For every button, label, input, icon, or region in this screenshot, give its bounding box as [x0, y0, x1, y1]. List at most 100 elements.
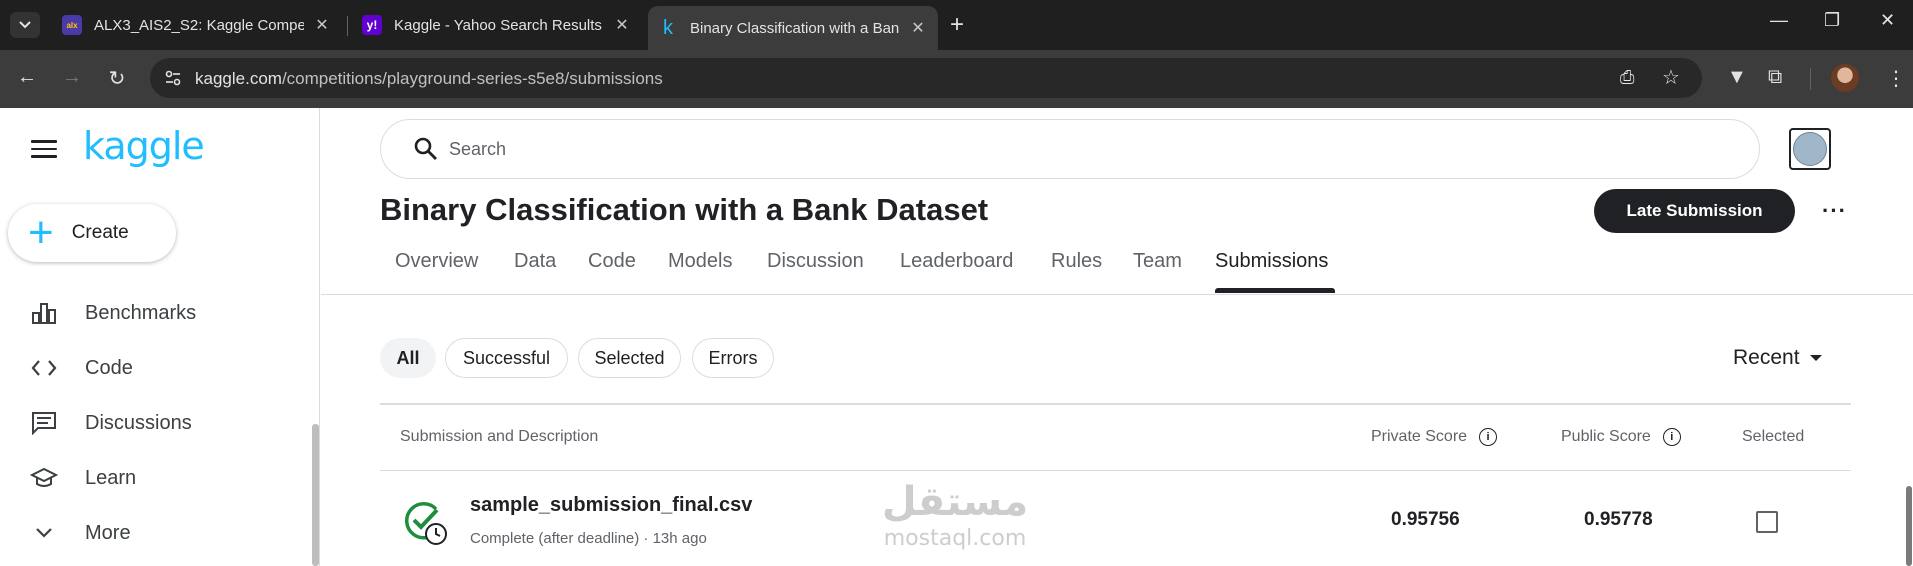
sidebar-item-learn[interactable]: Learn: [30, 463, 136, 493]
site-settings-icon[interactable]: [164, 69, 182, 87]
tab-discussion[interactable]: Discussion: [767, 250, 864, 273]
browser-tabbar: alx ALX3_AIS2_S2: Kaggle Competiti ✕ y! …: [0, 0, 1913, 50]
close-icon[interactable]: ✕: [908, 18, 928, 38]
active-tab-indicator: [1215, 288, 1335, 293]
restore-icon[interactable]: ❐: [1824, 10, 1840, 31]
filter-chip-selected[interactable]: Selected: [578, 338, 681, 378]
watermark-arabic: مستقل: [881, 479, 1029, 525]
tab-separator: [347, 16, 348, 36]
chevron-down-icon: [30, 519, 58, 547]
tab-title: ALX3_AIS2_S2: Kaggle Competiti: [94, 16, 304, 34]
filter-chip-all[interactable]: All: [380, 338, 436, 378]
site-search[interactable]: [380, 119, 1760, 179]
sidebar-item-label: More: [85, 521, 131, 544]
browser-profile-avatar[interactable]: [1831, 64, 1859, 92]
sort-label: Recent: [1733, 346, 1800, 369]
private-score-value: 0.95756: [1391, 509, 1460, 530]
address-bar[interactable]: kaggle.com/competitions/playground-serie…: [150, 58, 1702, 98]
bar-chart-icon: [30, 299, 58, 327]
avatar-image: [1793, 132, 1827, 166]
search-input[interactable]: [449, 134, 1649, 164]
filter-chip-successful[interactable]: Successful: [445, 338, 568, 378]
kaggle-logo[interactable]: kaggle: [83, 124, 205, 168]
plus-icon: +: [28, 208, 54, 257]
header-label: Submission and Description: [400, 428, 599, 445]
sidebar-item-code[interactable]: Code: [30, 353, 133, 383]
info-icon[interactable]: i: [1479, 428, 1498, 446]
bookmark-star-icon[interactable]: ☆: [1662, 65, 1680, 90]
user-avatar[interactable]: [1789, 128, 1831, 170]
column-header-private-score: Private Score i: [1371, 428, 1498, 446]
tab-title: Binary Classification with a Bank: [690, 19, 900, 37]
browser-tab-2[interactable]: y! Kaggle - Yahoo Search Results ✕: [352, 8, 642, 42]
tab-leaderboard[interactable]: Leaderboard: [900, 250, 1013, 273]
caret-down-icon: [1809, 355, 1822, 362]
tab-overview[interactable]: Overview: [395, 250, 478, 273]
sidebar-item-label: Learn: [85, 466, 137, 489]
tab-models[interactable]: Models: [668, 250, 732, 273]
submission-status: Complete (after deadline) · 13h ago: [470, 530, 707, 547]
filter-chip-errors[interactable]: Errors: [692, 338, 774, 378]
sidebar-item-label: Discussions: [85, 411, 192, 434]
more-options-icon[interactable]: ···: [1822, 198, 1847, 224]
kaggle-favicon-icon: k: [663, 16, 673, 39]
toolbar-separator: [1810, 68, 1811, 90]
info-icon[interactable]: i: [1662, 428, 1681, 446]
late-submission-button[interactable]: Late Submission: [1594, 189, 1795, 233]
code-icon: [30, 354, 58, 382]
divider: [321, 294, 1913, 295]
browser-tab-3-active[interactable]: k Binary Classification with a Bank ✕: [648, 6, 938, 50]
close-icon[interactable]: ✕: [312, 15, 332, 35]
column-header-public-score: Public Score i: [1561, 428, 1681, 446]
sidebar-item-more[interactable]: More: [30, 518, 131, 548]
reload-icon[interactable]: ↻: [103, 66, 131, 91]
sidebar-item-benchmarks[interactable]: Benchmarks: [30, 298, 196, 328]
window-close-icon[interactable]: ✕: [1880, 10, 1895, 31]
search-icon: [413, 136, 439, 167]
forward-icon[interactable]: →: [58, 66, 86, 89]
sidebar-scrollbar[interactable]: [312, 424, 319, 566]
sidebar-item-discussions[interactable]: Discussions: [30, 408, 192, 438]
table-top-border: [380, 403, 1851, 405]
sidebar-item-label: Code: [85, 356, 133, 379]
header-label: Private Score: [1371, 428, 1468, 445]
close-icon[interactable]: ✕: [612, 15, 632, 35]
new-tab-button[interactable]: +: [950, 12, 964, 38]
watermark-latin: mostaql.com: [883, 526, 1027, 551]
table-header-divider: [380, 470, 1851, 471]
tab-title: Kaggle - Yahoo Search Results: [394, 16, 602, 34]
minimize-icon[interactable]: —: [1770, 10, 1788, 31]
public-score-value: 0.95778: [1584, 509, 1653, 530]
tab-team[interactable]: Team: [1133, 250, 1182, 273]
page-title: Binary Classification with a Bank Datase…: [380, 192, 989, 227]
browser-toolbar: ← → ↻ kaggle.com/competitions/playground…: [0, 50, 1913, 108]
chevron-down-icon: [19, 21, 31, 29]
page-scrollbar[interactable]: [1906, 486, 1912, 566]
browser-tab-1[interactable]: alx ALX3_AIS2_S2: Kaggle Competiti ✕: [52, 8, 342, 42]
discussion-icon: [30, 409, 58, 437]
column-header-submission: Submission and Description: [400, 428, 598, 446]
header-label: Selected: [1742, 428, 1805, 445]
success-check-icon: [404, 502, 447, 545]
sidebar-item-label: Benchmarks: [85, 301, 197, 324]
submission-file-name[interactable]: sample_submission_final.csv: [470, 494, 752, 517]
selected-checkbox[interactable]: [1756, 511, 1778, 533]
tab-data[interactable]: Data: [514, 250, 556, 273]
browser-menu-icon[interactable]: ⋮: [1886, 66, 1906, 91]
school-icon: [30, 464, 58, 492]
tab-code[interactable]: Code: [588, 250, 636, 273]
header-label: Public Score: [1561, 428, 1651, 445]
tab-search-button[interactable]: [10, 12, 40, 38]
column-header-selected: Selected: [1742, 428, 1804, 446]
create-button[interactable]: + Create: [8, 204, 176, 262]
create-label: Create: [71, 222, 129, 243]
watermark: مستقل mostaql.com: [880, 480, 1030, 551]
install-app-icon[interactable]: ⎙: [1620, 67, 1634, 88]
hamburger-menu-icon[interactable]: [31, 140, 57, 163]
vpn-extension-icon[interactable]: ▼: [1727, 66, 1747, 89]
sort-dropdown[interactable]: Recent: [1733, 346, 1822, 370]
tab-submissions[interactable]: Submissions: [1215, 250, 1328, 273]
extensions-puzzle-icon[interactable]: ⧉: [1768, 66, 1782, 89]
back-icon[interactable]: ←: [13, 66, 41, 89]
tab-rules[interactable]: Rules: [1051, 250, 1102, 273]
